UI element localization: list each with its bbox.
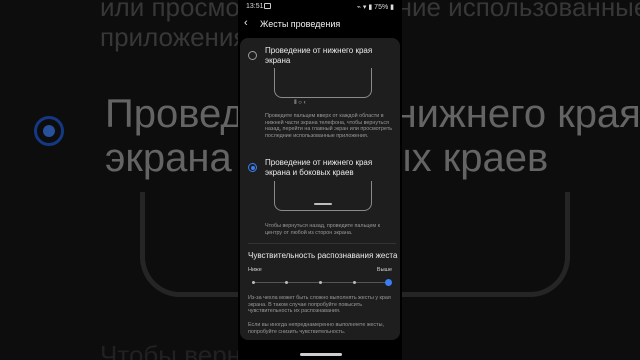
slider-step-3[interactable] [319,281,322,284]
notification-icon [264,3,271,9]
nav-keys-icons: ⦀ ○ ‹ [294,100,306,106]
slider-step-4[interactable] [353,281,356,284]
status-time: 13:51 [246,3,264,10]
sensitivity-slider[interactable] [252,279,392,286]
option-description-bottom-swipe: Проведите пальцем вверх от каждой област… [265,113,393,139]
slider-thumb[interactable] [385,279,392,286]
radio-bottom-and-side-swipe[interactable] [248,163,257,172]
option-label-bottom-and-side-swipe[interactable]: Проведение от нижнего края экрана и боко… [265,158,383,178]
system-gesture-bar[interactable] [300,353,342,356]
phone-mockup-navkeys [274,68,372,98]
gesture-hint-bar [314,203,332,205]
slider-step-1[interactable] [252,281,255,284]
radio-bottom-swipe[interactable] [248,51,257,60]
sensitivity-note-case: Из-за чехла может быть сложно выполнять … [248,295,391,315]
status-right-icons: ⌁ ▾ ▮ 75% ▮ [356,4,394,11]
slider-step-2[interactable] [285,281,288,284]
back-arrow-icon[interactable]: ‹ [244,17,248,29]
app-bar: ‹ Жесты проведения [238,16,402,34]
sensitivity-title: Чувствительность распознавания жеста [248,251,398,260]
sensitivity-high-label: Выше [376,267,392,273]
option-label-bottom-swipe[interactable]: Проведение от нижнего края экрана [265,46,383,66]
divider [248,243,396,244]
sensitivity-note-accidental: Если вы иногда непреднамеренно выполняет… [248,322,384,335]
status-bar: 13:51 ⌁ ▾ ▮ 75% ▮ [238,0,402,14]
sensitivity-low-label: Ниже [248,267,262,273]
page-title: Жесты проведения [260,19,341,29]
phone-mockup-gesture [274,181,372,211]
phone-screen: 13:51 ⌁ ▾ ▮ 75% ▮ ‹ Жесты проведения Про… [238,0,402,360]
option-description-bottom-and-side-swipe: Чтобы вернуться назад, проведите пальцем… [265,223,380,236]
settings-card: Проведение от нижнего края экрана ⦀ ○ ‹ … [240,38,400,340]
